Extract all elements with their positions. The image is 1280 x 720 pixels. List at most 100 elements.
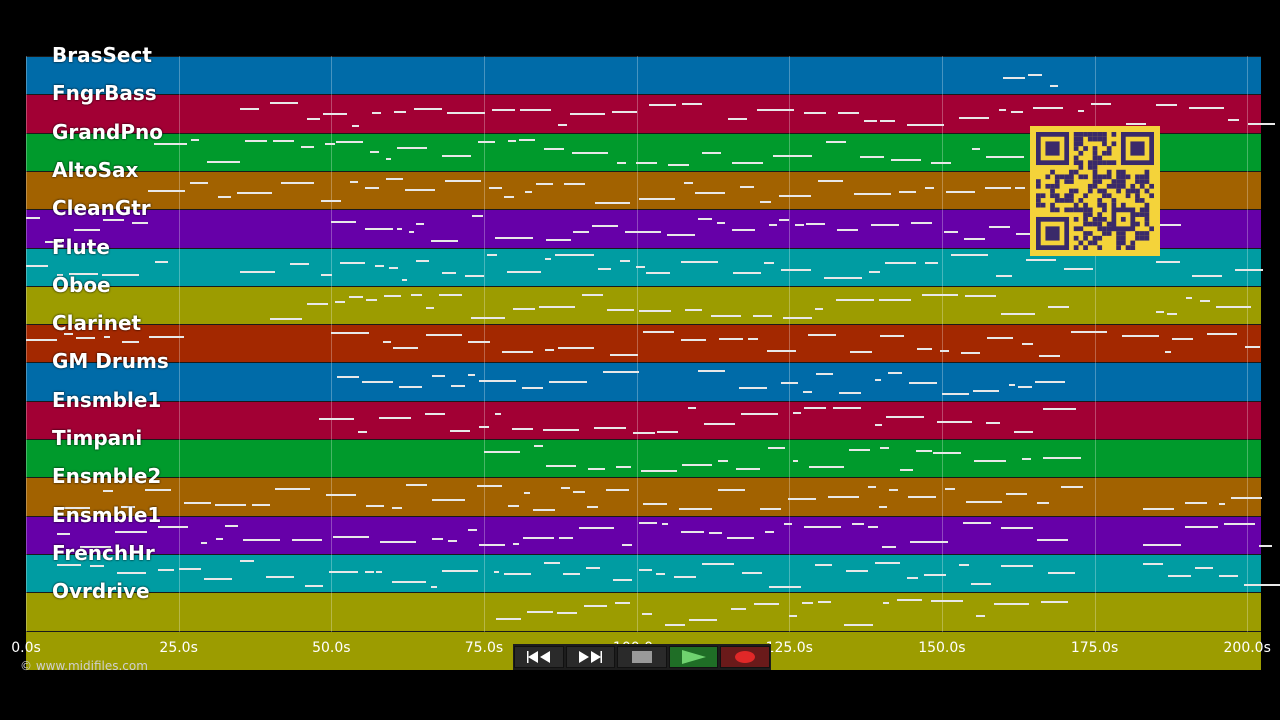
note <box>986 422 1001 425</box>
note <box>615 602 630 605</box>
note <box>562 573 581 576</box>
note <box>1009 384 1016 387</box>
note <box>413 107 442 110</box>
note <box>519 139 535 142</box>
track-lane[interactable] <box>26 362 1261 402</box>
note <box>450 429 470 432</box>
note <box>408 231 415 234</box>
note <box>611 110 638 113</box>
note <box>447 539 458 542</box>
note <box>397 147 428 150</box>
note <box>864 119 878 122</box>
note <box>117 571 147 574</box>
note <box>115 530 148 533</box>
note <box>794 223 804 226</box>
note <box>846 569 868 572</box>
note <box>149 335 184 338</box>
note <box>270 317 302 320</box>
note <box>503 573 531 576</box>
note <box>1040 600 1068 603</box>
note <box>814 308 824 311</box>
note <box>472 215 484 218</box>
note <box>216 538 223 541</box>
note <box>641 469 677 472</box>
note <box>446 111 485 114</box>
note <box>1155 261 1180 264</box>
note <box>471 316 505 319</box>
note <box>838 391 862 394</box>
track-lane[interactable] <box>26 477 1261 517</box>
note <box>639 310 671 313</box>
note <box>572 152 608 155</box>
note <box>1206 332 1238 335</box>
note <box>1195 566 1213 569</box>
note <box>728 118 748 120</box>
track-label: Oboe <box>52 272 111 297</box>
time-tick-label: 200.0s <box>1223 640 1271 656</box>
track-lane[interactable] <box>26 56 1261 96</box>
note <box>879 446 889 449</box>
fast-forward-button[interactable] <box>565 646 616 668</box>
track-lane[interactable] <box>26 553 1261 594</box>
note <box>1028 73 1042 76</box>
note <box>802 602 813 605</box>
note <box>768 585 802 588</box>
note <box>963 522 992 525</box>
note <box>507 505 520 508</box>
note <box>867 526 879 529</box>
note <box>753 603 780 606</box>
note <box>486 253 497 256</box>
note <box>889 488 899 491</box>
note <box>548 380 588 383</box>
play-button[interactable] <box>668 646 719 668</box>
note <box>581 293 604 296</box>
track-label: Ensmble2 <box>52 464 162 489</box>
note <box>817 180 843 183</box>
note <box>1215 306 1252 309</box>
note <box>586 505 599 508</box>
note <box>1234 268 1264 271</box>
note <box>572 491 585 494</box>
note <box>936 420 972 423</box>
note <box>781 381 799 384</box>
note <box>849 449 870 452</box>
note <box>280 181 314 184</box>
note <box>753 314 772 317</box>
track-lane[interactable] <box>26 592 1261 632</box>
note <box>371 111 382 114</box>
note <box>556 611 577 614</box>
rewind-button[interactable] <box>514 646 564 668</box>
stop-button[interactable] <box>617 646 667 668</box>
record-button[interactable] <box>720 646 770 668</box>
note <box>906 124 945 127</box>
note <box>871 224 899 227</box>
note <box>406 483 428 486</box>
note <box>206 160 240 163</box>
play-icon <box>681 650 706 664</box>
track-lane[interactable] <box>26 285 1261 326</box>
note <box>609 354 638 357</box>
note <box>731 228 755 231</box>
note <box>1243 584 1280 587</box>
note <box>215 503 247 506</box>
note <box>681 338 706 341</box>
note <box>974 459 1007 462</box>
note <box>573 231 590 234</box>
note <box>852 523 864 526</box>
note <box>868 271 880 274</box>
note <box>337 375 359 378</box>
note <box>884 262 917 265</box>
note <box>331 332 369 335</box>
note <box>1021 457 1031 460</box>
note <box>583 605 607 608</box>
note <box>1164 350 1171 353</box>
note <box>733 271 761 274</box>
note <box>684 182 693 185</box>
note <box>891 158 922 161</box>
note <box>739 387 768 390</box>
note <box>1185 526 1219 529</box>
note <box>803 111 826 114</box>
note <box>940 350 949 353</box>
note <box>674 575 697 578</box>
note <box>242 538 281 541</box>
